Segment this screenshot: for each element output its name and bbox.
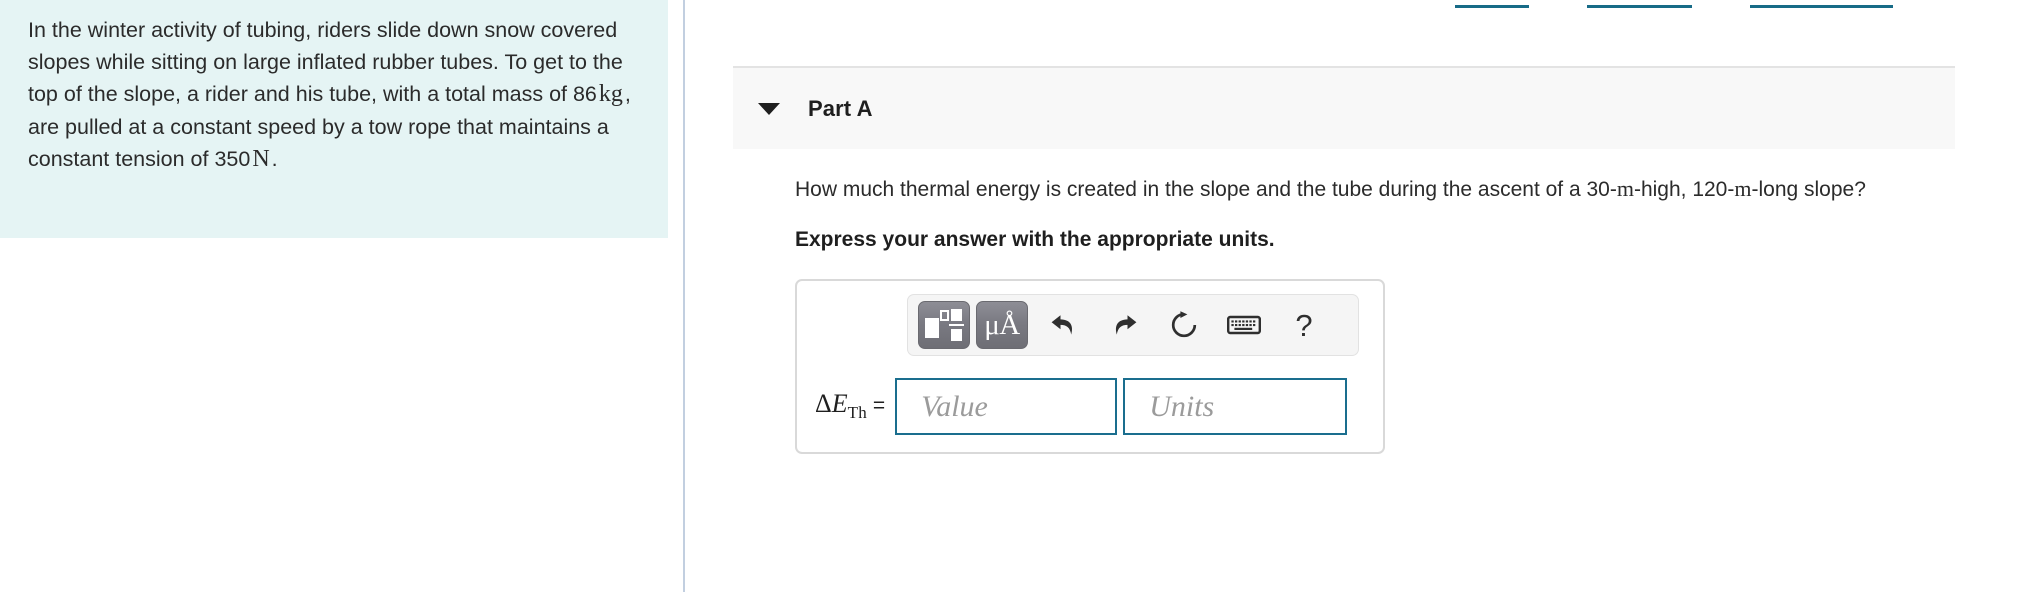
part-a-column: Part A How much thermal energy is create… <box>733 0 1955 454</box>
mu-angstrom-icon: μÅ <box>984 308 1020 341</box>
help-button[interactable]: ? <box>1274 301 1334 349</box>
column-divider <box>683 0 685 592</box>
value-placeholder: Value <box>921 389 988 423</box>
keyboard-icon <box>1227 315 1261 335</box>
question-text-part1: How much thermal energy is created in th… <box>795 178 1617 201</box>
problem-statement-panel: In the winter activity of tubing, riders… <box>0 0 668 238</box>
mass-unit: kg <box>598 81 623 108</box>
undo-icon <box>1051 315 1073 335</box>
answer-instruction: Express your answer with the appropriate… <box>795 228 1275 251</box>
answer-card: μÅ ? ΔETh = Value Units <box>795 279 1385 454</box>
value-input[interactable]: Value <box>895 378 1118 435</box>
energy-symbol: E <box>831 389 848 419</box>
math-template-icon <box>925 308 964 342</box>
keyboard-shortcuts-button[interactable] <box>1214 301 1274 349</box>
answer-input-row: ΔETh = Value Units <box>797 378 1383 435</box>
delta-symbol: Δ <box>815 389 832 419</box>
problem-text-part3: . <box>271 146 278 171</box>
tension-unit: N <box>252 145 270 172</box>
unit-m-1: m <box>1616 176 1634 201</box>
problem-text-part1: In the winter activity of tubing, riders… <box>28 18 623 107</box>
reset-button[interactable] <box>1154 301 1214 349</box>
units-input[interactable]: Units <box>1123 378 1348 435</box>
problem-statement-text: In the winter activity of tubing, riders… <box>28 14 638 175</box>
page-title: Part A <box>808 95 873 121</box>
redo-button[interactable] <box>1094 301 1154 349</box>
question-mark-icon: ? <box>1295 307 1313 343</box>
units-placeholder: Units <box>1149 389 1215 423</box>
units-mu-angstrom-button[interactable]: μÅ <box>976 301 1028 349</box>
equals-sign: = <box>872 394 886 418</box>
question-text: How much thermal energy is created in th… <box>795 173 1955 206</box>
question-text-part2: -high, 120- <box>1633 178 1735 201</box>
undo-button[interactable] <box>1034 301 1094 349</box>
answer-toolbar: μÅ ? <box>907 294 1359 356</box>
energy-subscript: Th <box>847 403 867 423</box>
answer-variable-label: ΔETh = <box>815 389 885 423</box>
question-text-part3: -long slope? <box>1751 178 1866 201</box>
question-body: How much thermal energy is created in th… <box>733 149 1955 454</box>
redo-icon <box>1115 315 1137 335</box>
math-template-button[interactable] <box>918 301 970 349</box>
unit-m-2: m <box>1734 176 1752 201</box>
part-a-header[interactable]: Part A <box>733 66 1955 149</box>
reset-circular-arrow-icon <box>1171 311 1197 338</box>
triangle-down-icon[interactable] <box>758 102 780 115</box>
